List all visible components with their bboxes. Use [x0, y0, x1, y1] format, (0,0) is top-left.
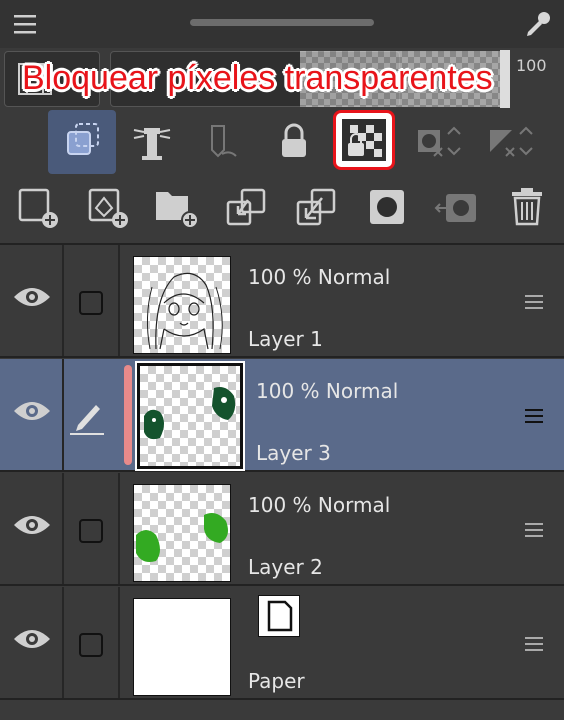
layer-thumbnail	[133, 256, 231, 354]
create-layer-mask-icon	[370, 190, 404, 224]
visibility-eye-icon[interactable]	[12, 627, 52, 651]
lock-transparent-pixels-icon	[342, 119, 386, 161]
layer-list: 100 % Normal Layer 1 100 % Normal Layer …	[0, 243, 564, 720]
combine-to-lower-layer-icon	[296, 188, 336, 226]
layer-name: Layer 2	[248, 555, 323, 579]
selection-indicator	[124, 365, 132, 465]
layer-opacity-mode: 100 % Normal	[248, 265, 391, 289]
visibility-eye-icon[interactable]	[12, 513, 52, 537]
new-raster-layer-icon	[18, 188, 58, 228]
mask-options-button[interactable]	[408, 110, 472, 174]
panel-drag-handle[interactable]	[190, 19, 374, 26]
layer-thumbnail	[133, 598, 231, 696]
clip-to-layer-below-button[interactable]	[48, 110, 116, 174]
combine-to-lower-layer-button[interactable]	[292, 178, 348, 238]
new-vector-layer-icon	[88, 188, 128, 228]
editing-pen-icon	[68, 397, 108, 437]
transfer-to-lower-layer-button[interactable]	[222, 178, 278, 238]
lock-layer-button[interactable]	[262, 110, 326, 174]
paper-layer-icon	[258, 595, 300, 637]
layer-drag-handle-icon[interactable]	[525, 407, 543, 425]
layer-name: Layer 1	[248, 327, 323, 351]
clip-to-layer-below-icon	[67, 123, 99, 155]
callout-label: Bloquear píxeles transparentes	[22, 59, 493, 97]
layer-drag-handle-icon[interactable]	[525, 635, 543, 653]
new-raster-layer-button[interactable]	[14, 178, 70, 238]
apply-mask-icon	[434, 194, 476, 222]
layer-lock-checkbox[interactable]	[79, 291, 103, 315]
ruler-options-icon	[490, 126, 533, 157]
new-folder-button[interactable]	[152, 178, 208, 238]
layer-row-selected[interactable]: 100 % Normal Layer 3	[0, 359, 564, 472]
layer-opacity-mode: 100 % Normal	[256, 379, 399, 403]
layer-row[interactable]: 100 % Normal Layer 2	[0, 473, 564, 586]
delete-layer-button[interactable]	[502, 178, 558, 238]
layer-thumbnail	[135, 361, 245, 471]
layer-opacity-mode: 100 % Normal	[248, 493, 391, 517]
reference-layer-button[interactable]	[120, 110, 184, 174]
reference-layer-icon	[133, 128, 171, 160]
opacity-slider-handle[interactable]	[500, 50, 510, 108]
ruler-options-button[interactable]	[480, 110, 544, 174]
layer-name: Paper	[248, 669, 305, 693]
apply-mask-button[interactable]	[432, 178, 488, 238]
new-vector-layer-button[interactable]	[84, 178, 140, 238]
layer-lock-checkbox[interactable]	[79, 633, 103, 657]
layer-thumbnail	[133, 484, 231, 582]
visibility-eye-icon[interactable]	[12, 399, 52, 423]
create-layer-mask-button[interactable]	[362, 178, 418, 238]
layer-drag-handle-icon[interactable]	[525, 293, 543, 311]
opacity-value: 100	[516, 56, 547, 75]
delete-layer-icon	[512, 188, 542, 226]
layer-row[interactable]: 100 % Normal Layer 1	[0, 245, 564, 358]
menu-icon[interactable]	[12, 12, 40, 36]
mask-options-icon	[418, 126, 461, 157]
layer-row[interactable]: Paper	[0, 587, 564, 700]
layer-lock-checkbox[interactable]	[79, 519, 103, 543]
draft-layer-icon	[211, 125, 237, 158]
lock-transparent-pixels-button[interactable]	[333, 110, 395, 170]
transfer-to-lower-layer-icon	[226, 188, 266, 226]
layer-name: Layer 3	[256, 441, 331, 465]
lock-layer-icon	[282, 123, 306, 157]
eyedropper-icon[interactable]	[522, 8, 554, 40]
visibility-eye-icon[interactable]	[12, 285, 52, 309]
new-folder-icon	[156, 192, 199, 229]
draft-layer-button[interactable]	[192, 110, 256, 174]
layer-drag-handle-icon[interactable]	[525, 521, 543, 539]
